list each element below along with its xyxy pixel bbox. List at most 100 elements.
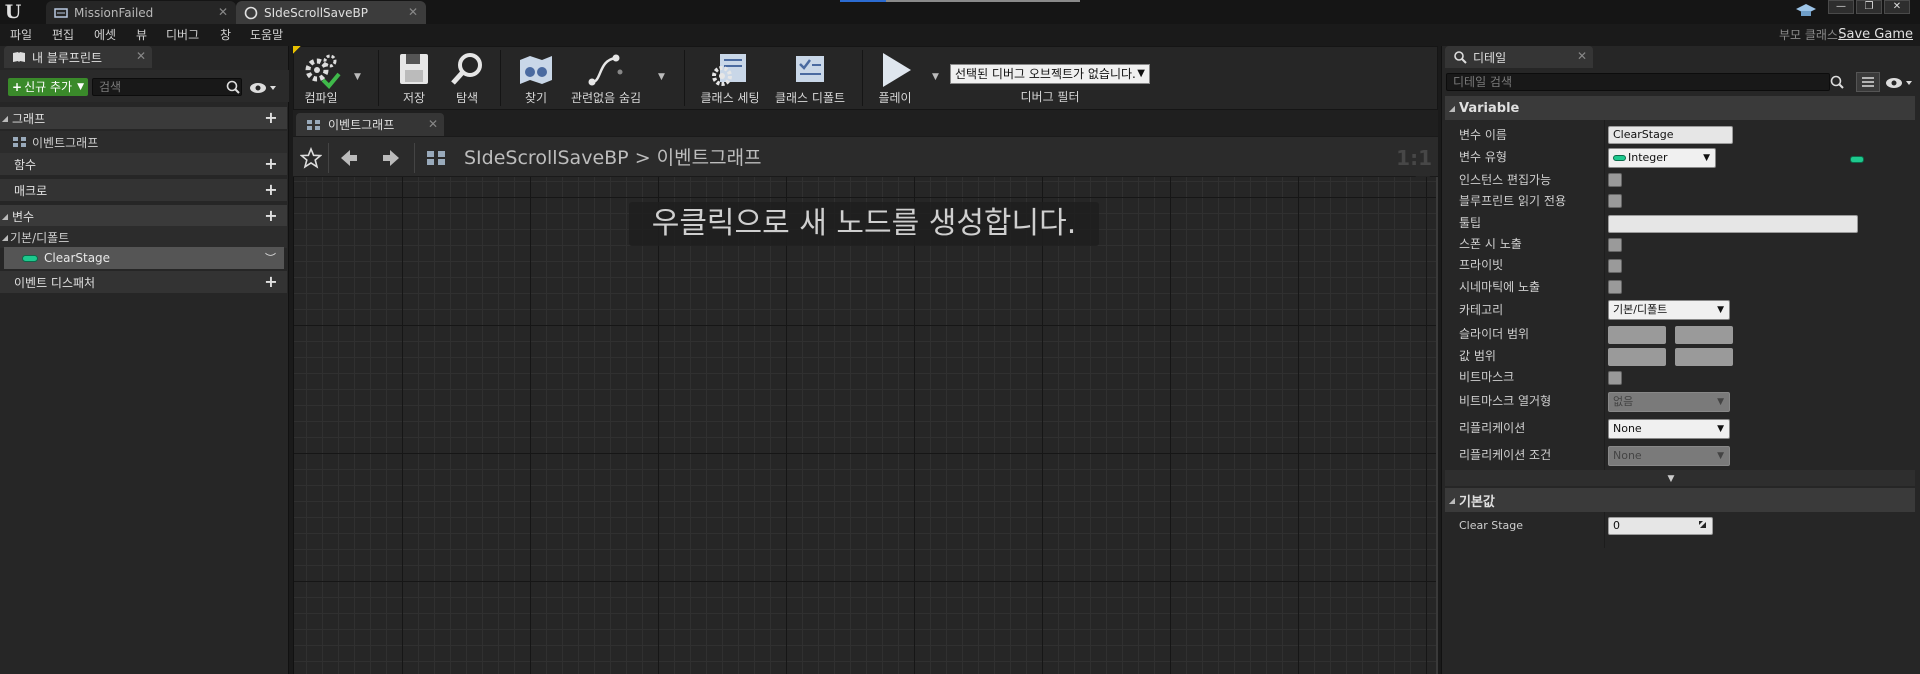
play-icon [883, 53, 911, 87]
section-variables[interactable]: ◢ 변수 + [0, 205, 287, 227]
value-range-max-field[interactable] [1675, 348, 1733, 366]
private-checkbox[interactable] [1608, 259, 1622, 273]
advanced-properties-bar[interactable] [1445, 470, 1915, 486]
class-defaults-button[interactable]: 클래스 디폴트 [772, 46, 848, 110]
expand-advanced-arrow-icon[interactable]: ▼ [1665, 474, 1677, 484]
compile-button[interactable]: 컴파일 [296, 46, 346, 110]
add-variable-button[interactable]: + [263, 208, 279, 224]
close-icon[interactable]: ✕ [408, 5, 418, 19]
section-label: 변수 [12, 209, 35, 224]
variable-item-clearstage[interactable]: ClearStage ︶ [4, 247, 284, 269]
breadcrumb-graph[interactable]: 이벤트그래프 [657, 147, 762, 169]
event-graph-icon [307, 119, 320, 130]
minimize-button[interactable]: — [1828, 0, 1854, 14]
hide-unrelated-button[interactable]: 관련없음 숨김 [566, 46, 646, 110]
add-graph-button[interactable]: + [263, 110, 279, 126]
category-default-value-header[interactable]: ◢ 기본값 [1445, 488, 1915, 512]
maximize-button[interactable]: ❐ [1856, 0, 1882, 14]
add-function-button[interactable]: + [263, 156, 279, 172]
document-tab-missionfailed[interactable]: MissionFailed ✕ [46, 1, 236, 24]
debug-object-select[interactable]: 선택된 디버그 오브젝트가 없습니다. ▼ [950, 64, 1150, 84]
parent-class-link[interactable]: Save Game [1838, 24, 1913, 46]
savegame-circle-icon [244, 6, 258, 19]
menu-edit[interactable]: 편집 [52, 24, 74, 46]
category-default[interactable]: ◢ 기본/디폴트 [0, 226, 287, 248]
prop-clear-stage-label: Clear Stage [1459, 519, 1524, 532]
section-graphs[interactable]: ◢ 그래프 + [0, 107, 287, 129]
menu-view[interactable]: 뷰 [136, 24, 147, 46]
category-variable-header[interactable]: ◢ Variable [1445, 96, 1915, 120]
replication-select[interactable]: None ▼ [1608, 419, 1730, 439]
slider-range-max-field[interactable] [1675, 326, 1733, 344]
category-select[interactable]: 기본/디폴트 ▼ [1608, 300, 1730, 320]
expose-cinematics-checkbox[interactable] [1608, 280, 1622, 294]
clear-stage-default-field[interactable]: 0 [1608, 517, 1713, 535]
blueprint-search-input[interactable]: 검색 [92, 78, 242, 96]
graph-canvas[interactable] [293, 177, 1438, 674]
bitmask-enum-select[interactable]: 없음 ▼ [1608, 392, 1730, 412]
class-settings-label: 클래스 세팅 [700, 91, 760, 105]
section-functions[interactable]: 함수 + [0, 153, 287, 175]
my-blueprint-tab[interactable]: 내 블루프린트 ✕ [4, 46, 152, 68]
expand-arrow-icon: ◢ [1, 113, 9, 123]
tooltip-field[interactable] [1608, 215, 1858, 233]
slider-range-min-field[interactable] [1608, 326, 1666, 344]
forward-arrow-icon[interactable] [380, 148, 402, 168]
menu-debug[interactable]: 디버그 [166, 24, 199, 46]
section-macros[interactable]: 매크로 + [0, 179, 287, 201]
back-arrow-icon[interactable] [338, 148, 360, 168]
details-tab[interactable]: 디테일 ✕ [1445, 46, 1593, 68]
eye-icon[interactable] [248, 80, 278, 96]
play-options-chevron-icon[interactable]: ▼ [932, 72, 942, 82]
add-event-dispatcher-button[interactable]: + [263, 274, 279, 290]
list-item-event-graph[interactable]: 이벤트그래프 [0, 131, 287, 153]
close-window-button[interactable]: ✕ [1884, 0, 1910, 14]
menu-asset[interactable]: 에셋 [94, 24, 116, 46]
instance-editable-checkbox[interactable] [1608, 173, 1622, 187]
value-range-min-field[interactable] [1608, 348, 1666, 366]
play-button[interactable]: 플레이 [870, 46, 920, 110]
add-new-label: 신규 추가 [24, 80, 73, 94]
empty-graph-hint: 우클릭으로 새 노드를 생성합니다. [629, 202, 1099, 246]
compile-options-chevron-icon[interactable]: ▼ [354, 72, 364, 82]
menu-file[interactable]: 파일 [10, 24, 32, 46]
tab-event-graph[interactable]: 이벤트그래프 ✕ [296, 113, 444, 136]
prop-replication-label: 리플리케이션 [1459, 421, 1526, 435]
bitmask-checkbox[interactable] [1608, 371, 1622, 385]
event-graph-label: 이벤트그래프 [32, 135, 99, 150]
visibility-eye-closed-icon[interactable]: ︶ [265, 250, 276, 266]
add-macro-button[interactable]: + [263, 182, 279, 198]
bp-read-only-checkbox[interactable] [1608, 194, 1622, 208]
find-button[interactable]: 찾기 [512, 46, 560, 110]
close-icon[interactable]: ✕ [1577, 49, 1587, 63]
close-icon[interactable]: ✕ [218, 5, 228, 19]
tab-label: 이벤트그래프 [328, 118, 395, 132]
details-search-input[interactable]: 디테일 검색 [1446, 73, 1830, 91]
event-graph-icon [427, 151, 445, 165]
replication-condition-select[interactable]: None ▼ [1608, 446, 1730, 466]
close-icon[interactable]: ✕ [136, 49, 146, 63]
star-bookmark-icon[interactable] [300, 147, 322, 169]
browse-button[interactable]: 탐색 [444, 46, 490, 110]
container-type-single-icon[interactable] [1850, 156, 1864, 163]
expose-on-spawn-checkbox[interactable] [1608, 238, 1622, 252]
menu-window[interactable]: 창 [220, 24, 231, 46]
add-new-button[interactable]: + 신규 추가 ▼ [8, 78, 88, 96]
variable-type-select[interactable]: Integer ▼ [1608, 148, 1716, 168]
document-tab-sidescrollsavebp[interactable]: SIdeScrollSaveBP ✕ [236, 1, 426, 24]
class-settings-button[interactable]: 클래스 세팅 [694, 46, 766, 110]
expand-arrow-icon: ◢ [1448, 495, 1456, 505]
save-button[interactable]: 저장 [390, 46, 438, 110]
eye-icon[interactable] [1884, 75, 1914, 91]
unreal-logo-icon[interactable]: U [2, 1, 24, 23]
hide-unrelated-options-chevron-icon[interactable]: ▼ [658, 72, 668, 82]
property-divider [1604, 120, 1605, 470]
variable-name-field[interactable]: ClearStage [1608, 126, 1733, 144]
tutorial-graduation-cap-icon[interactable] [1795, 2, 1817, 20]
view-options-list-icon[interactable] [1856, 72, 1880, 92]
menu-help[interactable]: 도움말 [250, 24, 283, 46]
section-event-dispatchers[interactable]: 이벤트 디스패처 + [0, 271, 287, 293]
breadcrumb-blueprint[interactable]: SIdeScrollSaveBP [464, 147, 629, 169]
class-defaults-checklist-icon [796, 56, 824, 82]
close-icon[interactable]: ✕ [428, 117, 438, 131]
